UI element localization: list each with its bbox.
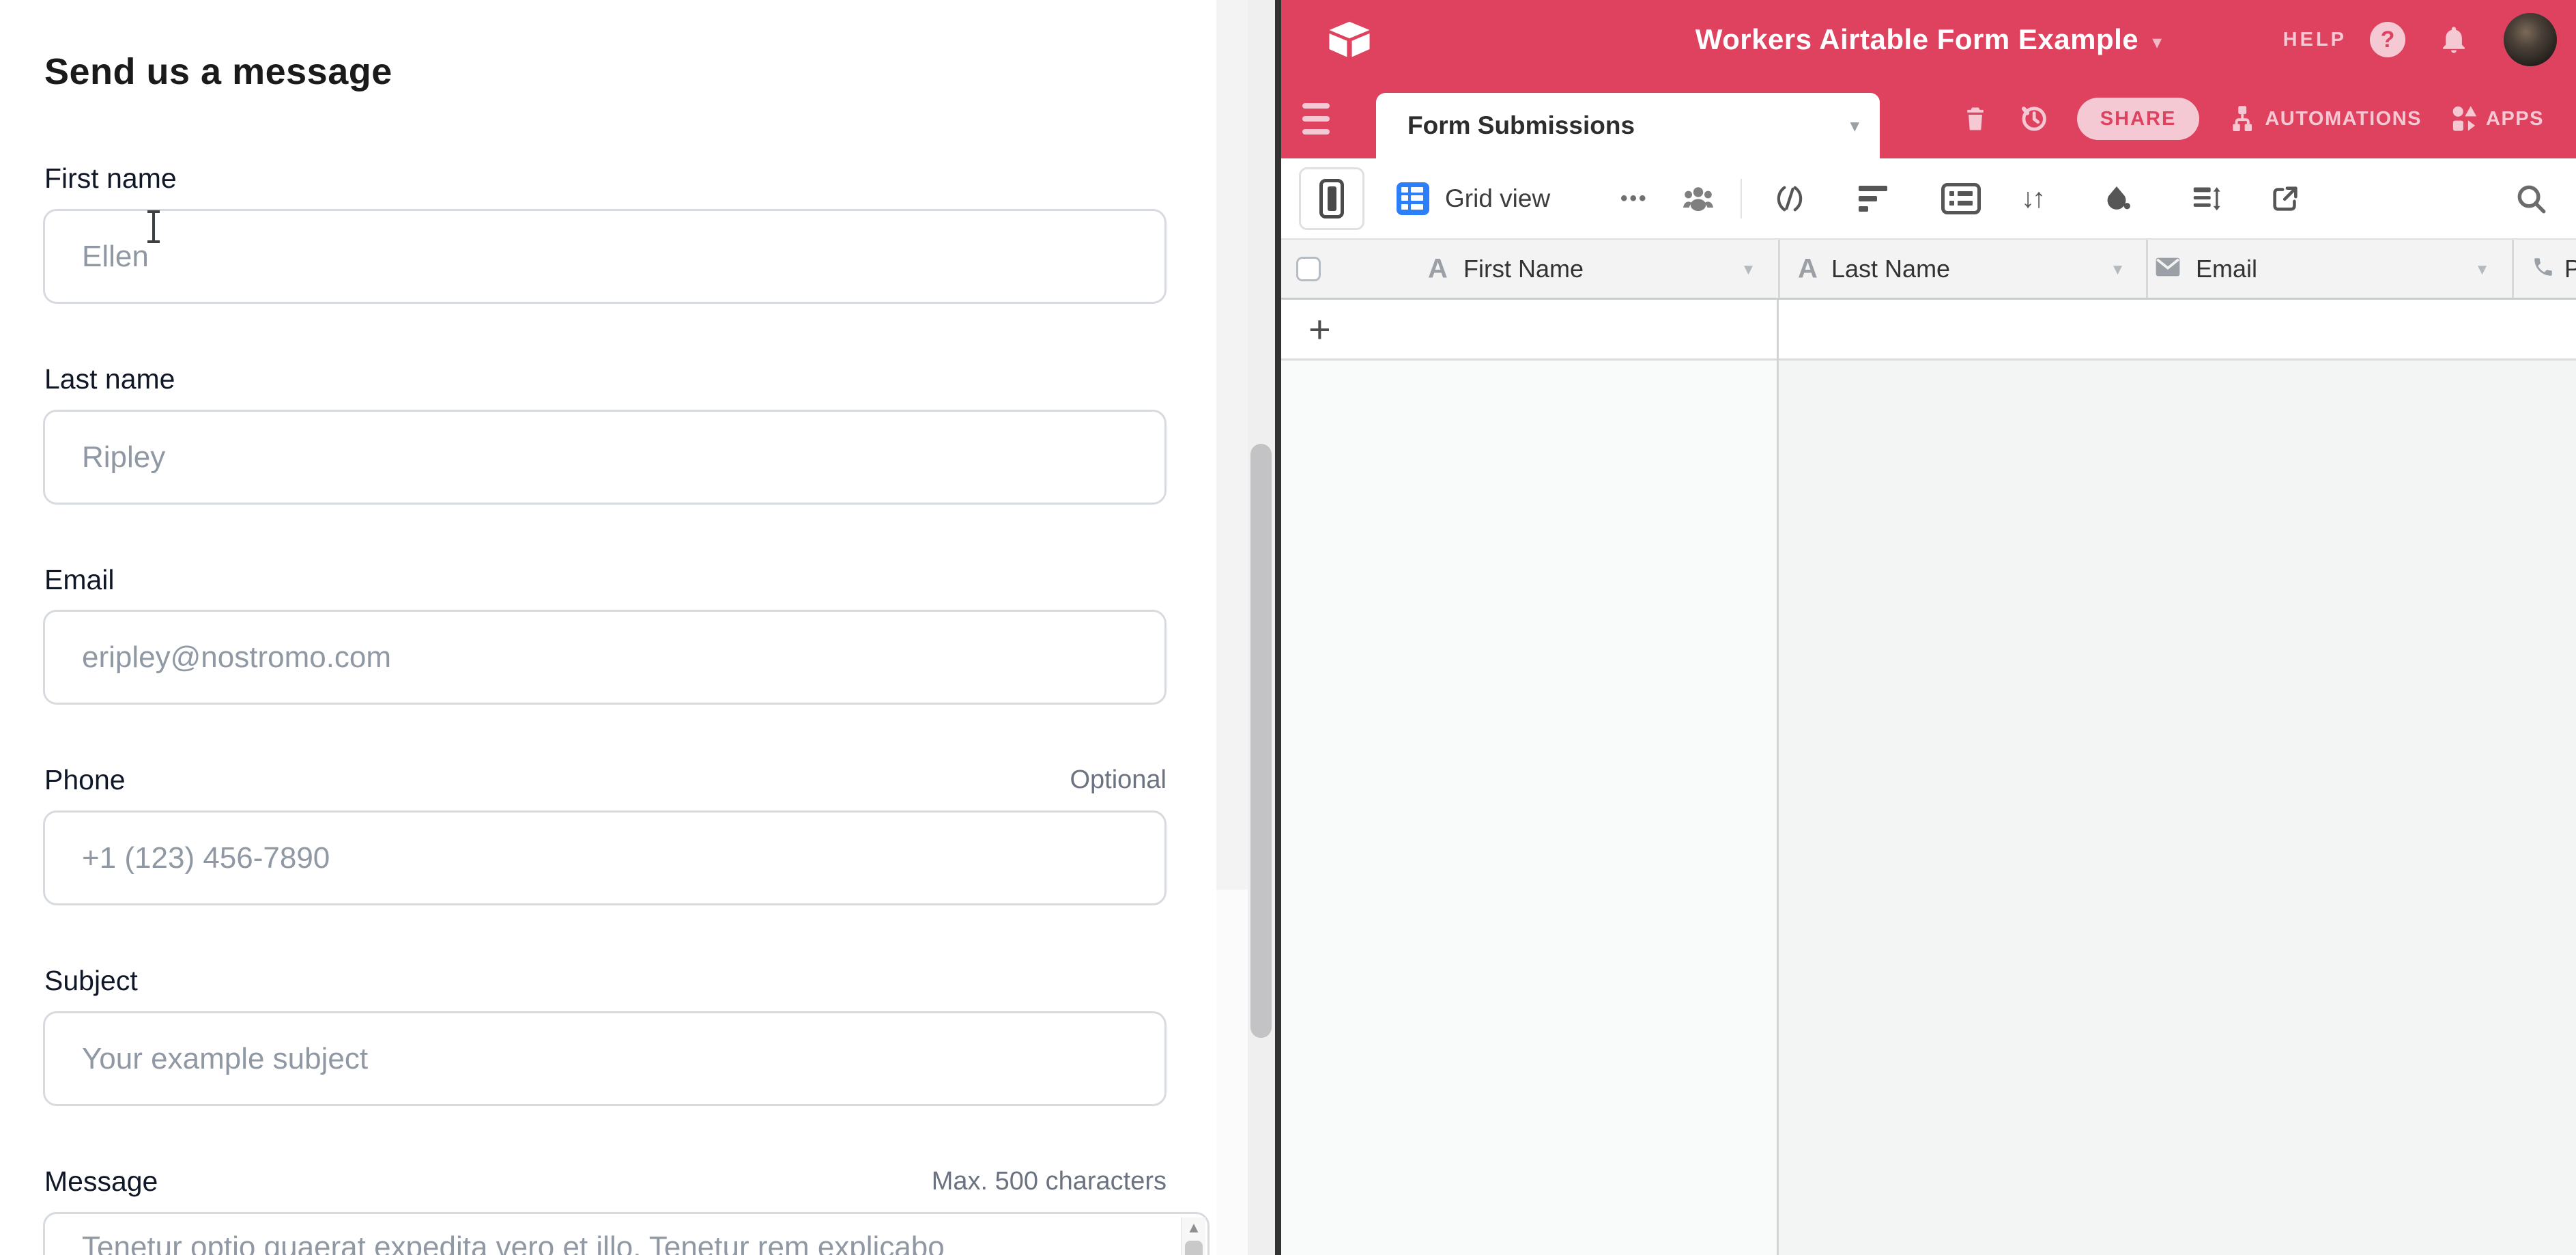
chevron-down-icon[interactable]: ▾ bbox=[1744, 258, 1753, 279]
page-scrollbar-thumb[interactable] bbox=[1250, 444, 1272, 1038]
sort-icon[interactable]: ↓↑ bbox=[2021, 183, 2043, 214]
grid-body bbox=[1779, 361, 2576, 1255]
message-scrollbar-thumb[interactable] bbox=[1185, 1241, 1203, 1255]
email-field-type-icon bbox=[2155, 257, 2181, 277]
last-name-label: Last name bbox=[44, 363, 175, 395]
message-textarea[interactable] bbox=[43, 1212, 1210, 1255]
view-toolbar: Grid view ••• bbox=[1281, 158, 2576, 238]
first-name-input[interactable] bbox=[43, 209, 1167, 304]
filter-icon[interactable] bbox=[1859, 186, 1887, 212]
form-right-gutter-lower bbox=[1216, 890, 1248, 1255]
phone-optional-hint: Optional bbox=[43, 765, 1167, 795]
window-divider bbox=[1275, 0, 1281, 1255]
grid-column-divider bbox=[1777, 300, 1779, 1255]
form-right-gutter bbox=[1216, 0, 1248, 890]
airtable-topbar: Workers Airtable Form Example ▾ HELP ? bbox=[1281, 0, 2576, 79]
scroll-up-icon[interactable]: ▲ bbox=[1182, 1217, 1205, 1238]
view-options-ellipsis-icon[interactable]: ••• bbox=[1620, 187, 1648, 210]
column-header-first-name[interactable]: First Name bbox=[1463, 255, 1584, 283]
hamburger-menu-icon[interactable] bbox=[1302, 103, 1330, 135]
contact-form-pane: Send us a message First name Last name E… bbox=[0, 0, 1249, 1255]
history-icon[interactable] bbox=[2017, 102, 2050, 135]
screen: Send us a message First name Last name E… bbox=[0, 0, 2576, 1255]
collaborators-icon[interactable] bbox=[1681, 184, 1715, 214]
message-field-wrap: ▲ bbox=[43, 1212, 1210, 1255]
ibeam-cursor-icon bbox=[147, 210, 160, 243]
add-row-plus-icon[interactable]: + bbox=[1308, 307, 1331, 352]
chevron-down-icon[interactable]: ▾ bbox=[2478, 258, 2487, 279]
grid-body-first-column bbox=[1281, 361, 1777, 1255]
chevron-down-icon: ▾ bbox=[2152, 27, 2162, 53]
tabs-bar-actions: SHARE AUTOMATIONS bbox=[1961, 79, 2544, 158]
phone-field-type-icon bbox=[2532, 255, 2555, 279]
view-name-button[interactable]: Grid view bbox=[1445, 184, 1550, 213]
help-question-icon[interactable]: ? bbox=[2370, 22, 2405, 57]
add-row[interactable]: + bbox=[1281, 300, 2576, 361]
column-divider[interactable] bbox=[2146, 240, 2148, 298]
base-title: Workers Airtable Form Example bbox=[1695, 23, 2138, 56]
user-avatar[interactable] bbox=[2504, 13, 2557, 66]
notifications-bell-icon[interactable] bbox=[2438, 24, 2470, 55]
automations-button[interactable]: AUTOMATIONS bbox=[2227, 103, 2422, 135]
automations-label: AUTOMATIONS bbox=[2265, 108, 2422, 130]
message-scrollbar[interactable]: ▲ bbox=[1181, 1217, 1205, 1255]
topbar-actions: HELP ? bbox=[2283, 0, 2557, 79]
last-name-input[interactable] bbox=[43, 410, 1167, 505]
toolbar-divider bbox=[1741, 179, 1742, 218]
email-input[interactable] bbox=[43, 610, 1167, 705]
text-field-type-icon: A bbox=[1428, 253, 1448, 284]
color-icon[interactable] bbox=[2101, 183, 2132, 214]
grid-view-icon[interactable] bbox=[1397, 182, 1429, 215]
select-all-checkbox[interactable] bbox=[1296, 257, 1321, 281]
apps-label: APPS bbox=[2486, 108, 2544, 130]
tab-form-submissions[interactable]: Form Submissions ▾ bbox=[1376, 93, 1880, 158]
chevron-down-icon[interactable]: ▾ bbox=[1850, 115, 1859, 137]
column-divider[interactable] bbox=[1778, 240, 1780, 298]
airtable-pane: Workers Airtable Form Example ▾ HELP ? F… bbox=[1281, 0, 2576, 1255]
message-maxlength-hint: Max. 500 characters bbox=[43, 1167, 1167, 1196]
column-divider[interactable] bbox=[2512, 240, 2514, 298]
view-sidebar-toggle-button[interactable] bbox=[1299, 167, 1364, 230]
search-icon[interactable] bbox=[2514, 182, 2548, 216]
phone-input[interactable] bbox=[43, 810, 1167, 905]
column-header-phone[interactable]: Phone bbox=[2564, 255, 2576, 283]
share-view-icon[interactable] bbox=[2270, 183, 2301, 214]
share-button[interactable]: SHARE bbox=[2077, 98, 2200, 140]
group-icon[interactable] bbox=[1941, 183, 1981, 214]
apps-button[interactable]: APPS bbox=[2449, 104, 2544, 134]
form-title: Send us a message bbox=[44, 51, 392, 93]
subject-label: Subject bbox=[44, 965, 138, 997]
table-header-row: A First Name ▾ A Last Name ▾ Email ▾ bbox=[1281, 238, 2576, 300]
column-header-email[interactable]: Email bbox=[2196, 255, 2257, 283]
row-height-icon[interactable] bbox=[2190, 183, 2222, 214]
tab-label: Form Submissions bbox=[1407, 111, 1635, 140]
text-field-type-icon: A bbox=[1798, 253, 1818, 284]
sidebar-panel-icon bbox=[1319, 179, 1344, 218]
first-name-label: First name bbox=[44, 163, 177, 195]
subject-input[interactable] bbox=[43, 1011, 1167, 1106]
help-button[interactable]: HELP bbox=[2283, 29, 2347, 51]
trash-icon[interactable] bbox=[1961, 103, 1990, 135]
table-tabs-bar: Form Submissions ▾ SHARE bbox=[1281, 79, 2576, 158]
chevron-down-icon[interactable]: ▾ bbox=[2113, 258, 2122, 279]
email-label: Email bbox=[44, 564, 115, 596]
page-scrollbar-track[interactable] bbox=[1248, 0, 1275, 1255]
column-header-last-name[interactable]: Last Name bbox=[1831, 255, 1950, 283]
hide-fields-icon[interactable] bbox=[1774, 183, 1805, 214]
